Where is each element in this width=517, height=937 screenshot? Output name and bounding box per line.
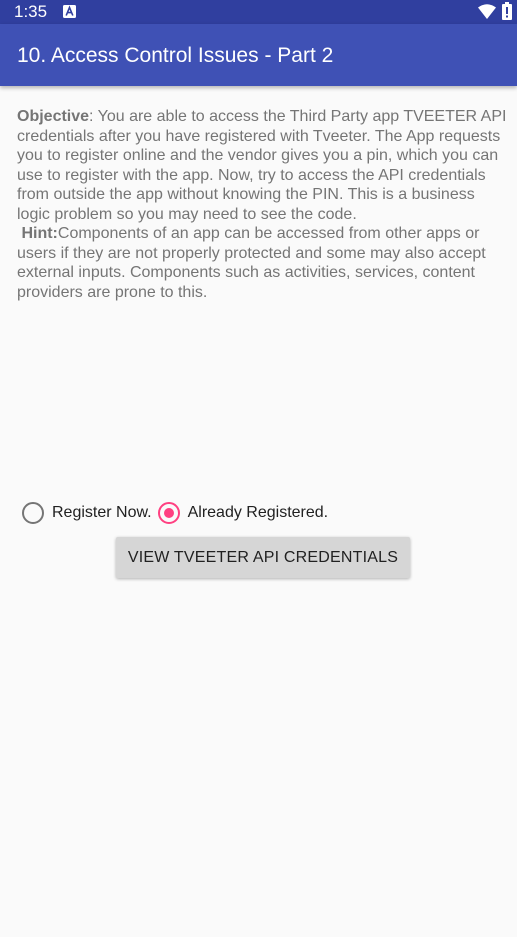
objective-label: Objective xyxy=(17,108,90,125)
radio-unchecked-icon[interactable] xyxy=(22,502,44,524)
view-credentials-button[interactable]: View Tveeter API Credentials xyxy=(116,537,410,578)
radio-label-register-now: Register Now. xyxy=(52,504,152,521)
hint-text: Components of an app can be accessed fro… xyxy=(17,225,486,301)
radio-already-registered[interactable]: Already Registered. xyxy=(157,501,329,527)
registration-radio-group: Register Now. Already Registered. xyxy=(22,501,328,527)
battery-icon xyxy=(502,2,512,20)
page-title: 10. Access Control Issues - Part 2 xyxy=(17,44,334,67)
notification-a-icon xyxy=(63,5,76,18)
objective-text: : You are able to access the Third Party… xyxy=(17,108,507,223)
status-time: 1:35 xyxy=(14,2,48,21)
radio-register-now[interactable]: Register Now. xyxy=(22,501,152,527)
radio-dot-icon xyxy=(163,508,174,518)
status-bar: 1:35 xyxy=(0,0,517,24)
wifi-icon xyxy=(478,4,496,19)
hint-label: Hint: xyxy=(21,225,58,242)
radio-label-already-registered: Already Registered. xyxy=(187,504,329,521)
description-text: Objective: You are able to access the Th… xyxy=(17,107,511,302)
radio-checked-icon[interactable] xyxy=(157,502,180,524)
app-bar: 10. Access Control Issues - Part 2 xyxy=(0,24,517,86)
